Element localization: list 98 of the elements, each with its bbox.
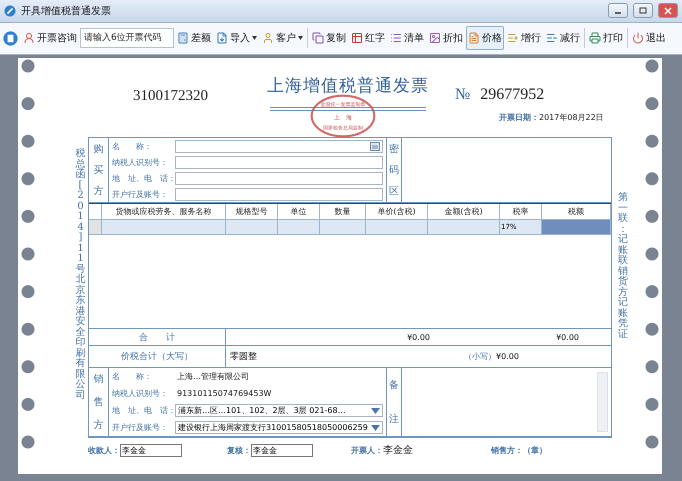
signature-label: 收款人： <box>88 444 120 456</box>
field-label: 纳税人识别号： <box>111 388 169 400</box>
close-icon <box>664 6 672 15</box>
signature-name: 李金金 <box>383 444 413 457</box>
column-header: 数量 <box>320 204 366 219</box>
column-header: 货物或应税劳务、服务名称 <box>102 204 226 219</box>
signature-label: 复核： <box>227 444 251 456</box>
signature-label: 销售方：（章） <box>491 444 547 456</box>
toolbar-button[interactable]: 折扣 <box>427 26 465 50</box>
table-cell[interactable] <box>366 220 428 234</box>
table-cell[interactable] <box>102 220 226 234</box>
caret-icon <box>298 36 303 40</box>
total-amount: ¥0.00 <box>406 332 431 342</box>
field-label: 地 址、电 话： <box>111 405 175 417</box>
app-icon[interactable] <box>3 30 18 46</box>
total-label: 价税合计（大写） <box>89 346 226 367</box>
table-cell[interactable] <box>320 220 366 234</box>
toolbar-button[interactable]: 清单 <box>388 26 426 50</box>
toolbar-button[interactable]: 开票咨询 <box>21 26 79 50</box>
field-value: 上海…管理有限公司 <box>176 371 249 382</box>
toolbar-button[interactable]: 差额 <box>175 26 213 50</box>
table-cell[interactable] <box>542 220 611 234</box>
list-minus-icon <box>546 32 558 44</box>
toolbar-button[interactable]: 增行 <box>505 26 543 50</box>
input-field[interactable]: 李金金 <box>120 444 182 456</box>
date-label: 开票日期： <box>499 112 539 123</box>
section-label: 备注 <box>386 368 402 436</box>
copy-icon <box>312 32 324 44</box>
field-value: 91310115074769453W <box>176 389 272 398</box>
field-label: 地 址、电 话： <box>111 172 175 184</box>
maximize-button[interactable] <box>633 3 653 18</box>
toolbar-button[interactable]: 红字 <box>349 26 387 50</box>
document-icon <box>468 32 480 44</box>
invoice-code: 3100172320 <box>133 88 208 105</box>
grid-icon <box>351 32 363 44</box>
list-icon[interactable] <box>370 142 380 150</box>
input-field[interactable]: 李金金 <box>251 444 313 456</box>
invoice-number: 29677952 <box>480 86 544 104</box>
input-field[interactable] <box>175 172 383 184</box>
close-button[interactable] <box>658 3 678 18</box>
scrollbar[interactable] <box>597 372 608 432</box>
window-title: 开具增值税普通发票 <box>21 4 112 18</box>
field-label: 开户行及账号： <box>111 188 169 200</box>
printer-note: 税总函[2014]11号北京东港安全印刷有限公司 <box>75 149 86 401</box>
table-cell[interactable] <box>278 220 320 234</box>
amount-in-figures: ¥0.00 <box>496 352 520 361</box>
total-tax: ¥0.00 <box>555 332 580 342</box>
field-label: 名 称： <box>111 371 153 383</box>
column-header: 税额 <box>542 204 611 219</box>
field-label: 纳税人识别号： <box>111 156 169 168</box>
image-icon <box>429 32 441 44</box>
field-label: 开户行及账号： <box>111 422 169 434</box>
toolbar-button[interactable]: 价格 <box>466 26 504 50</box>
table-cell[interactable] <box>226 220 278 234</box>
print-icon <box>589 32 601 44</box>
input-field[interactable] <box>175 188 383 200</box>
figures-label: （小写） <box>463 351 496 362</box>
dropdown-field[interactable]: 建设银行上海周家渡支行31001580518050006259 <box>175 421 383 434</box>
field-label: 名 称： <box>111 140 153 152</box>
maximize-icon <box>639 7 647 14</box>
amount-in-words: 零圆整 <box>229 350 258 363</box>
column-header: 单位 <box>278 204 320 219</box>
caret-icon <box>252 36 257 40</box>
calculator-icon <box>177 32 189 44</box>
column-header: 单价(含税) <box>366 204 428 219</box>
column-header: 规格型号 <box>226 204 278 219</box>
person-icon <box>23 32 35 44</box>
column-header: 税率 <box>500 204 542 219</box>
input-field[interactable] <box>175 156 383 168</box>
number-sign: № <box>455 86 470 104</box>
list-plus-icon <box>507 32 519 44</box>
person-icon <box>262 32 274 44</box>
row-selector[interactable] <box>89 220 102 234</box>
section-label: 销售方 <box>89 368 109 436</box>
table-cell[interactable] <box>428 220 500 234</box>
dropdown-arrow-icon[interactable] <box>371 408 380 414</box>
section-label: 购买方 <box>89 138 109 202</box>
app-icon <box>4 4 16 17</box>
section-label: 密码区 <box>386 138 402 202</box>
invoice-code-field[interactable]: 请输入6位开票代码 <box>80 28 174 48</box>
total-label: 合 计 <box>89 329 226 345</box>
power-icon <box>632 32 644 44</box>
dropdown-arrow-icon[interactable] <box>371 424 380 430</box>
minimize-button[interactable] <box>608 3 628 18</box>
signature-label: 开票人： <box>351 444 383 456</box>
dropdown-field[interactable]: 浦东新…区…101、102、2层、3层 021-68… <box>175 404 383 417</box>
toolbar-button[interactable]: 减行 <box>544 26 582 50</box>
copy-note: 第一联：记账联销货方记账凭证 <box>618 193 628 340</box>
download-icon <box>216 32 228 44</box>
toolbar-button[interactable]: 打印 <box>587 26 625 50</box>
input-field[interactable] <box>175 140 383 152</box>
toolbar-button[interactable]: 客户 <box>260 26 305 50</box>
toolbar-button[interactable]: 退出 <box>630 26 668 50</box>
column-header: 金额(含税) <box>428 204 500 219</box>
toolbar-button[interactable]: 复制 <box>310 26 348 50</box>
toolbar-button[interactable]: 导入 <box>214 26 259 50</box>
invoice-title: 上海增值税普通发票 <box>267 75 429 97</box>
invoice-date: 2017年08月22日 <box>539 112 604 123</box>
